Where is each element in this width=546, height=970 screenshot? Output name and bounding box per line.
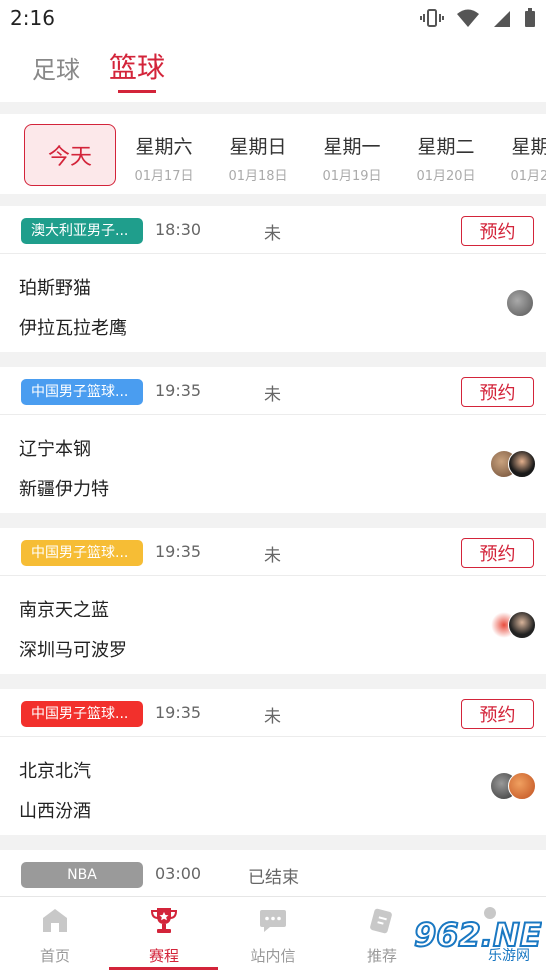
tab-basketball[interactable]: 篮球 xyxy=(109,46,165,86)
date-item-sat[interactable]: 星期六 01月17日 xyxy=(124,132,204,184)
reserve-button[interactable]: 预约 xyxy=(461,216,534,246)
home-team: 辽宁本钢 xyxy=(19,439,91,460)
league-badge: 澳大利亚男子... xyxy=(21,218,143,244)
match-card[interactable]: 中国男子篮球... 19:35 未 预约 北京北汽 山西汾酒 xyxy=(0,689,546,835)
date-item-wed[interactable]: 星期三 01月21日 xyxy=(500,132,546,184)
status-bar: 2:16 xyxy=(0,0,546,36)
avatar xyxy=(508,772,536,800)
home-icon xyxy=(43,909,67,932)
status-time: 2:16 xyxy=(10,6,55,30)
match-status: 未 xyxy=(264,546,281,566)
date-item-name: 星期一 xyxy=(323,136,381,158)
match-header: 中国男子篮球... 19:35 未 预约 xyxy=(0,367,546,415)
sport-tabs: 足球 篮球 xyxy=(0,36,546,102)
today-button[interactable]: 今天 xyxy=(24,124,116,186)
vibrate-icon xyxy=(420,9,444,27)
home-team: 珀斯野猫 xyxy=(19,278,91,299)
reserve-button[interactable]: 预约 xyxy=(461,538,534,568)
tab-label: 首页 xyxy=(39,947,70,965)
watermark-logo: 962.NET 乐游网 xyxy=(413,915,542,962)
date-item-name: 星期二 xyxy=(417,136,475,158)
date-item-tue[interactable]: 星期二 01月20日 xyxy=(406,132,486,184)
date-item-date: 01月21日 xyxy=(510,169,546,184)
avatar xyxy=(508,450,536,478)
active-sport-underline xyxy=(118,90,156,93)
away-team: 深圳马可波罗 xyxy=(19,640,127,661)
commentator-avatars[interactable] xyxy=(490,772,536,800)
tab-home[interactable]: 首页 xyxy=(5,905,105,966)
tab-messages[interactable]: 站内信 xyxy=(223,905,323,966)
date-item-date: 01月19日 xyxy=(322,169,382,184)
date-item-name: 星期六 xyxy=(135,136,193,158)
match-time: 19:35 xyxy=(155,703,202,722)
match-header: NBA 03:00 已结束 xyxy=(0,850,546,898)
watermark-subtext: 乐游网 xyxy=(488,948,530,962)
date-item-name: 星期三 xyxy=(511,136,546,158)
match-status: 未 xyxy=(264,224,281,244)
match-header: 中国男子篮球... 19:35 未 预约 xyxy=(0,528,546,576)
date-item-date: 01月17日 xyxy=(134,169,194,184)
tab-label: 站内信 xyxy=(250,947,296,965)
tab-label: 赛程 xyxy=(148,947,179,965)
reserve-button[interactable]: 预约 xyxy=(461,699,534,729)
match-header: 中国男子篮球... 19:35 未 预约 xyxy=(0,689,546,737)
home-team: 北京北汽 xyxy=(19,761,91,782)
commentator-avatars[interactable] xyxy=(490,450,536,478)
recommend-icon xyxy=(370,908,392,934)
date-item-name: 星期日 xyxy=(229,136,287,158)
date-item-mon[interactable]: 星期一 01月19日 xyxy=(312,132,392,184)
date-item-date: 01月18日 xyxy=(228,169,288,184)
away-team: 伊拉瓦拉老鹰 xyxy=(19,318,127,339)
date-item-sun[interactable]: 星期日 01月18日 xyxy=(218,132,298,184)
away-team: 山西汾酒 xyxy=(19,801,91,822)
league-badge: 中国男子篮球... xyxy=(21,701,143,727)
match-time: 19:35 xyxy=(155,542,202,561)
home-team: 南京天之蓝 xyxy=(19,600,109,621)
wifi-icon xyxy=(457,9,479,27)
status-icons xyxy=(420,8,536,28)
league-badge: 中国男子篮球... xyxy=(21,379,143,405)
match-time: 19:35 xyxy=(155,381,202,400)
match-status: 未 xyxy=(264,707,281,727)
commentator-avatars[interactable] xyxy=(506,289,534,317)
tab-schedule[interactable]: 赛程 xyxy=(114,905,214,966)
date-bar: 今天 星期六 01月17日 星期日 01月18日 星期一 01月19日 星期二 … xyxy=(0,114,546,194)
message-icon xyxy=(260,910,286,932)
match-time: 18:30 xyxy=(155,220,202,239)
match-card[interactable]: 澳大利亚男子... 18:30 未 预约 珀斯野猫 伊拉瓦拉老鹰 xyxy=(0,206,546,352)
tab-football[interactable]: 足球 xyxy=(32,50,80,85)
date-item-date: 01月20日 xyxy=(416,169,476,184)
match-card[interactable]: 中国男子篮球... 19:35 未 预约 辽宁本钢 新疆伊力特 xyxy=(0,367,546,513)
trophy-icon xyxy=(150,908,178,933)
signal-icon xyxy=(494,11,510,27)
league-badge: NBA xyxy=(21,862,143,888)
commentator-avatars[interactable] xyxy=(490,611,536,639)
match-time: 03:00 xyxy=(155,864,202,883)
away-team: 新疆伊力特 xyxy=(19,479,109,500)
match-status: 未 xyxy=(264,385,281,405)
match-card[interactable]: NBA 03:00 已结束 xyxy=(0,850,546,896)
avatar xyxy=(506,289,534,317)
match-header: 澳大利亚男子... 18:30 未 预约 xyxy=(0,206,546,254)
battery-icon xyxy=(525,8,535,27)
avatar xyxy=(508,611,536,639)
league-badge: 中国男子篮球... xyxy=(21,540,143,566)
match-status: 已结束 xyxy=(248,868,299,888)
reserve-button[interactable]: 预约 xyxy=(461,377,534,407)
match-card[interactable]: 中国男子篮球... 19:35 未 预约 南京天之蓝 深圳马可波罗 xyxy=(0,528,546,674)
